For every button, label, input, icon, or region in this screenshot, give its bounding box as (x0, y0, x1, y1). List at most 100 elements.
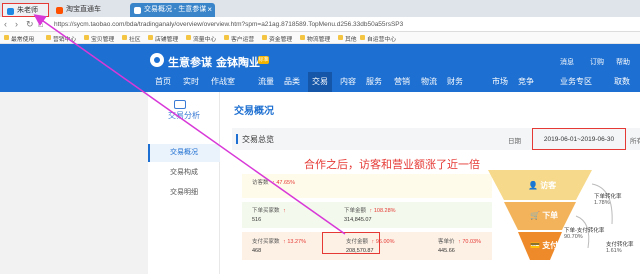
funnel-label-orders: 🛒 下单 (530, 211, 559, 220)
metric-change: ↑ 47.65% (272, 180, 295, 186)
funnel-level-text: 支付 (542, 241, 559, 250)
metric-change: ↑ (283, 208, 286, 214)
sidebar-item-details[interactable]: 交易明细 (148, 184, 220, 202)
metric-change-value: 70.03% (462, 239, 481, 245)
app-header: 生意参谋 金钵陶业 标准 消息 订购 帮助 首页 实时 作战室 流量 品类 交易… (0, 44, 640, 92)
metric-label: 客单价 (438, 239, 455, 245)
conversion-pay-rate: 支付转化率 1.61% (606, 240, 634, 254)
home-icon[interactable]: ⌂ (38, 19, 43, 29)
bookmark-item[interactable]: 营销中心 (46, 34, 76, 43)
bookmark-item[interactable]: 自运营中心 (360, 34, 396, 43)
trade-sidebar: 交易分析 交易概况 交易构成 交易明细 (148, 92, 220, 274)
metric-change-value: 13.27% (287, 239, 306, 245)
bookmark-item[interactable]: 物流管理 (300, 34, 330, 43)
section-accent-bar (236, 134, 238, 144)
funnel-label-visitors: 👤 访客 (528, 181, 557, 190)
metric-value: 445.66 (438, 248, 455, 254)
metric-change: ↑ 70.03% (458, 239, 481, 245)
section-title: 交易总览 (242, 135, 274, 144)
shop-name: 金钵陶业 (216, 57, 260, 69)
bookmark-item[interactable]: 流量中心 (186, 34, 216, 43)
sycm-logo-icon (150, 53, 164, 67)
metric-order-buyers: 下单买家数 ↑ 516 (252, 206, 286, 223)
nav-traffic[interactable]: 流量 (258, 76, 274, 87)
nav-market[interactable]: 市场 (492, 76, 508, 87)
pay-amount-highlight-box (322, 232, 380, 254)
browser-tab-teacher[interactable]: 朱老师 (2, 3, 49, 17)
metric-pay-buyers: 支付买家数 ↑ 13.27% 468 (252, 237, 306, 254)
back-icon[interactable]: ‹ (4, 19, 7, 29)
nav-competition[interactable]: 竞争 (518, 76, 534, 87)
tab-favicon-icon (56, 7, 63, 14)
subscribe-link[interactable]: 订购 (590, 57, 604, 67)
bookmark-item[interactable]: 资金管理 (262, 34, 292, 43)
funnel-level-text: 下单 (542, 211, 559, 220)
nav-category[interactable]: 品类 (284, 76, 300, 87)
conversion-value: 1.78% (594, 200, 610, 206)
sidebar-item-overview[interactable]: 交易概况 (148, 144, 220, 162)
bookmark-bar: 最常使用 营销中心 宝贝管理 社区 店铺管理 流量中心 客户运营 资金管理 物流… (0, 32, 640, 44)
visitors-row: 访客数 ↑ 47.65% (242, 174, 492, 198)
url-field[interactable]: https://sycm.taobao.com/bda/tradinganaly… (54, 19, 403, 30)
metric-change-value: 47.65% (276, 180, 295, 186)
refresh-icon[interactable]: ↻ (26, 19, 34, 30)
forward-icon[interactable]: › (15, 19, 18, 29)
tab-close-icon[interactable]: × (207, 3, 212, 17)
tab-favicon-icon (7, 8, 14, 15)
nav-war-room[interactable]: 作战室 (211, 76, 235, 87)
nav-fetch-data[interactable]: 取数 (614, 76, 630, 87)
metric-label: 访客数 (252, 180, 269, 186)
page-title: 交易概况 (234, 106, 274, 117)
help-link[interactable]: 帮助 (616, 57, 630, 67)
sidebar-item-composition[interactable]: 交易构成 (148, 164, 220, 182)
nav-logistics[interactable]: 物流 (421, 76, 437, 87)
metric-label: 下单买家数 (252, 208, 280, 214)
nav-content[interactable]: 内容 (340, 76, 356, 87)
bookmark-item[interactable]: 店铺管理 (148, 34, 178, 43)
metric-value: 468 (252, 248, 262, 254)
metric-change-value: 108.28% (373, 208, 396, 214)
nav-trade[interactable]: 交易 (308, 72, 332, 92)
metric-value: 516 (252, 217, 262, 223)
app-logo-text[interactable]: 生意参谋 (168, 54, 212, 70)
tab-label: 朱老师 (17, 7, 38, 14)
browser-tab-ztc[interactable]: 淘宝直通车 (52, 3, 128, 17)
bookmark-item[interactable]: 其他 (338, 34, 357, 43)
date-range-picker[interactable]: 2019-06-01~2019-06-30 (532, 128, 626, 150)
metric-label: 支付买家数 (252, 239, 280, 245)
bookmark-item[interactable]: 最常使用 (4, 34, 34, 43)
metric-order-amount: 下单金额 ↑ 108.28% 314,845.07 (344, 206, 396, 223)
orders-row: 下单买家数 ↑ 516 下单金额 ↑ 108.28% 314,845.07 (242, 202, 492, 228)
metric-avg-price: 客单价 ↑ 70.03% 445.66 (438, 237, 481, 254)
conversion-value: 90.70% (564, 234, 583, 240)
nav-home[interactable]: 首页 (155, 76, 171, 87)
metric-visitors: 访客数 ↑ 47.65% (252, 178, 295, 186)
conversion-funnel: 👤 访客 🛒 下单 💳 支付 (488, 164, 618, 274)
nav-service[interactable]: 服务 (366, 76, 382, 87)
trade-analysis-icon (174, 100, 186, 109)
messages-link[interactable]: 消息 (560, 57, 574, 67)
sidebar-title: 交易分析 (168, 111, 200, 120)
funnel-label-payments: 💳 支付 (530, 241, 559, 250)
tab-favicon-icon (134, 7, 141, 14)
nav-realtime[interactable]: 实时 (183, 76, 199, 87)
trade-overview-header: 交易总览 日期 2019-06-01~2019-06-30 所有终端 (232, 128, 640, 150)
bookmark-item[interactable]: 客户运营 (224, 34, 254, 43)
nav-finance[interactable]: 财务 (447, 76, 463, 87)
funnel-level-text: 访客 (540, 181, 557, 190)
conversion-value: 1.61% (606, 248, 622, 254)
metric-change: ↑ 13.27% (283, 239, 306, 245)
nav-marketing[interactable]: 营销 (394, 76, 410, 87)
bookmark-item[interactable]: 社区 (122, 34, 141, 43)
browser-tab-trade-overview[interactable]: 交易概况 - 生意参谋 × (130, 3, 215, 17)
main-nav: 首页 实时 作战室 流量 品类 交易 内容 服务 营销 物流 财务 市场 竞争 … (0, 72, 640, 92)
metric-label: 下单金额 (344, 208, 367, 214)
conversion-order-rate: 下单转化率 1.78% (594, 192, 622, 206)
growth-annotation: 合作之后，访客和营业额涨了近一倍 (304, 159, 480, 171)
nav-business-zone[interactable]: 业务专区 (560, 76, 592, 87)
metric-change: ↑ 108.28% (369, 208, 396, 214)
browser-tab-bar: 朱老师 淘宝直通车 交易概况 - 生意参谋 × (0, 0, 640, 17)
terminal-select[interactable]: 所有终端 (630, 135, 640, 145)
tab-label: 交易概况 - 生意参谋 (144, 6, 207, 13)
bookmark-item[interactable]: 宝贝管理 (84, 34, 114, 43)
